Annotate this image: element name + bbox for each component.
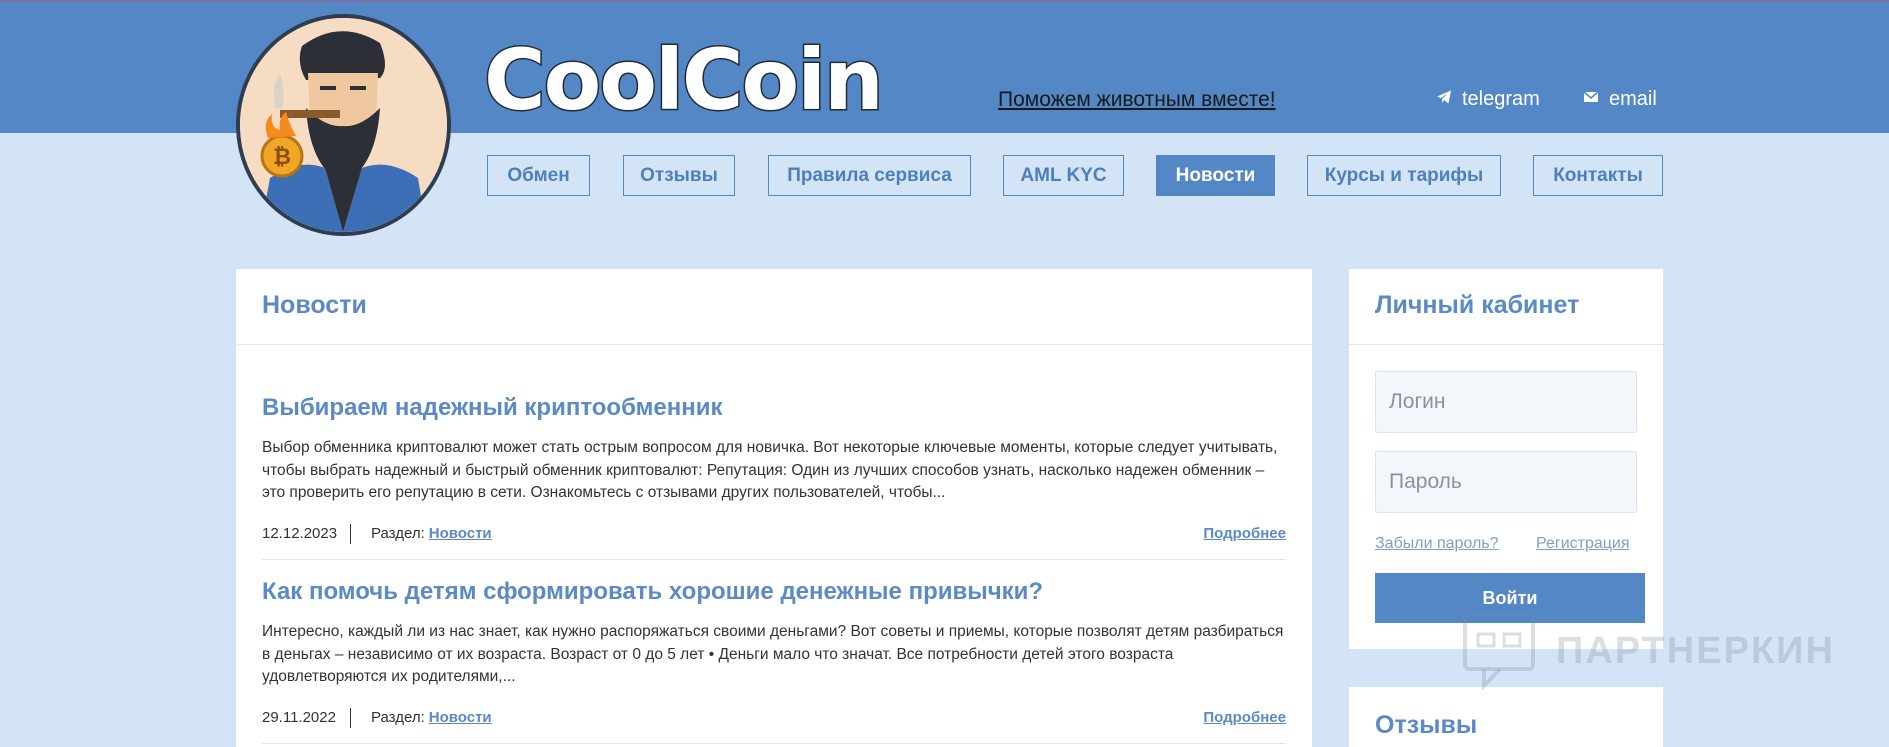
- divider: [1349, 344, 1663, 345]
- news-article: Как помочь детям сформировать хорошие де…: [262, 577, 1286, 744]
- mascot-avatar[interactable]: ₿: [236, 14, 451, 236]
- account-panel: Личный кабинет Забыли пароль? Регистраци…: [1349, 269, 1663, 649]
- section-prefix: Раздел:: [371, 709, 425, 726]
- email-label: email: [1609, 88, 1657, 110]
- news-article: Выбираем надежный криптообменник Выбор о…: [262, 393, 1286, 560]
- section-prefix: Раздел:: [371, 525, 425, 542]
- divider: [262, 558, 1286, 560]
- bearded-man-illustration: ₿: [240, 18, 447, 232]
- forgot-password-link[interactable]: Забыли пароль?: [1375, 535, 1499, 553]
- envelope-icon: [1583, 88, 1599, 111]
- reviews-panel: Отзывы: [1349, 687, 1663, 747]
- nav-exchange[interactable]: Обмен: [487, 155, 590, 196]
- nav-contacts[interactable]: Контакты: [1533, 155, 1663, 196]
- login-button[interactable]: Войти: [1375, 573, 1645, 623]
- read-more-link[interactable]: Подробнее: [1203, 709, 1286, 726]
- reviews-panel-title: Отзывы: [1375, 711, 1478, 739]
- nav-news[interactable]: Новости: [1156, 155, 1275, 196]
- login-input[interactable]: [1375, 371, 1637, 433]
- article-title[interactable]: Выбираем надежный криптообменник: [262, 393, 1286, 423]
- divider: [262, 742, 1286, 744]
- nav-rates-tariffs[interactable]: Курсы и тарифы: [1307, 155, 1501, 196]
- nav-aml-kyc[interactable]: AML KYC: [1003, 155, 1124, 196]
- read-more-link[interactable]: Подробнее: [1203, 525, 1286, 542]
- article-excerpt: Выбор обменника криптовалют может стать …: [262, 439, 1278, 501]
- news-panel-title: Новости: [262, 291, 367, 319]
- svg-text:₿: ₿: [273, 145, 291, 170]
- article-date: 12.12.2023: [262, 525, 338, 542]
- account-panel-title: Личный кабинет: [1375, 291, 1580, 319]
- divider: [350, 523, 351, 544]
- password-input[interactable]: [1375, 451, 1637, 513]
- telegram-icon: [1436, 88, 1452, 111]
- divider: [236, 344, 1312, 345]
- site-logo[interactable]: CoolCoin: [483, 30, 886, 131]
- nav-reviews[interactable]: Отзывы: [623, 155, 735, 196]
- telegram-link[interactable]: telegram: [1436, 88, 1540, 111]
- section-link[interactable]: Новости: [429, 525, 492, 542]
- email-link[interactable]: email: [1583, 88, 1657, 111]
- telegram-label: telegram: [1462, 88, 1540, 110]
- news-panel: Новости Выбираем надежный криптообменник…: [236, 269, 1312, 747]
- section-link[interactable]: Новости: [429, 709, 492, 726]
- register-link[interactable]: Регистрация: [1536, 535, 1630, 553]
- promo-link[interactable]: Поможем животным вместе!: [998, 88, 1276, 112]
- article-excerpt: Интересно, каждый ли из нас знает, как н…: [262, 623, 1284, 685]
- article-date: 29.11.2022: [262, 709, 336, 726]
- article-meta: 12.12.2023 Раздел: Новости Подробнее: [262, 523, 1286, 545]
- nav-service-rules[interactable]: Правила сервиса: [768, 155, 971, 196]
- article-title[interactable]: Как помочь детям сформировать хорошие де…: [262, 577, 1286, 607]
- article-meta: 29.11.2022 Раздел: Новости Подробнее: [262, 707, 1286, 729]
- divider: [350, 707, 351, 728]
